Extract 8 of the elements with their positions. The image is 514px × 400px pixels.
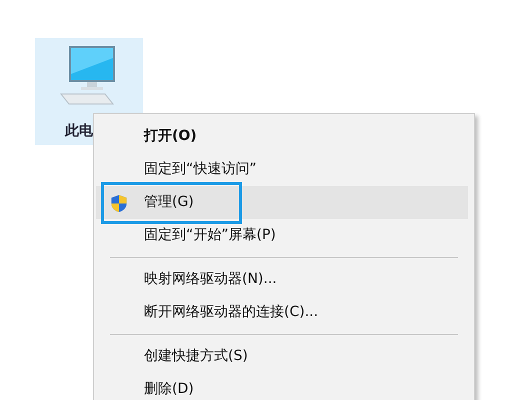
menu-item[interactable]: 断开网络驱动器的连接(C)... [96,296,468,329]
menu-item[interactable]: 映射网络驱动器(N)... [96,263,468,296]
icon-label: 此电 [65,122,93,140]
menu-item[interactable]: 固定到“快速访问” [96,153,468,186]
menu-item[interactable]: 固定到“开始”屏幕(P) [96,219,468,252]
menu-item[interactable]: 创建快捷方式(S) [96,340,468,373]
shield-icon [110,194,128,213]
menu-item[interactable]: 删除(D) [96,373,468,400]
